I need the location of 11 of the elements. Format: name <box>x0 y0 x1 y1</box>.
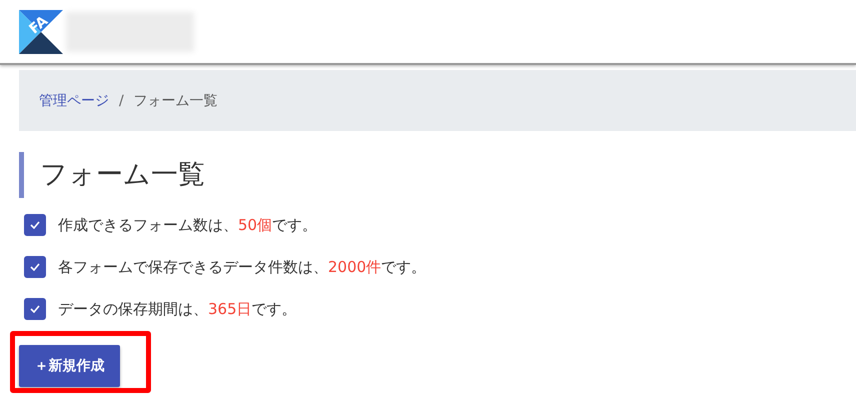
check-icon <box>30 305 40 313</box>
page-title: フォーム一覧 <box>19 152 856 198</box>
check-icon <box>30 221 40 229</box>
breadcrumb-separator: / <box>119 92 124 108</box>
note-text: 各フォームで保存できるデータ件数は、2000件です。 <box>58 258 426 276</box>
new-form-button[interactable]: ＋新規作成 <box>19 345 120 387</box>
breadcrumb-link[interactable]: 管理ページ <box>39 92 109 110</box>
breadcrumb-current: フォーム一覧 <box>134 92 218 110</box>
check-icon <box>30 263 40 271</box>
note-text: 作成できるフォーム数は、50個です。 <box>58 216 318 234</box>
note-text: データの保存期間は、365日です。 <box>58 300 297 318</box>
